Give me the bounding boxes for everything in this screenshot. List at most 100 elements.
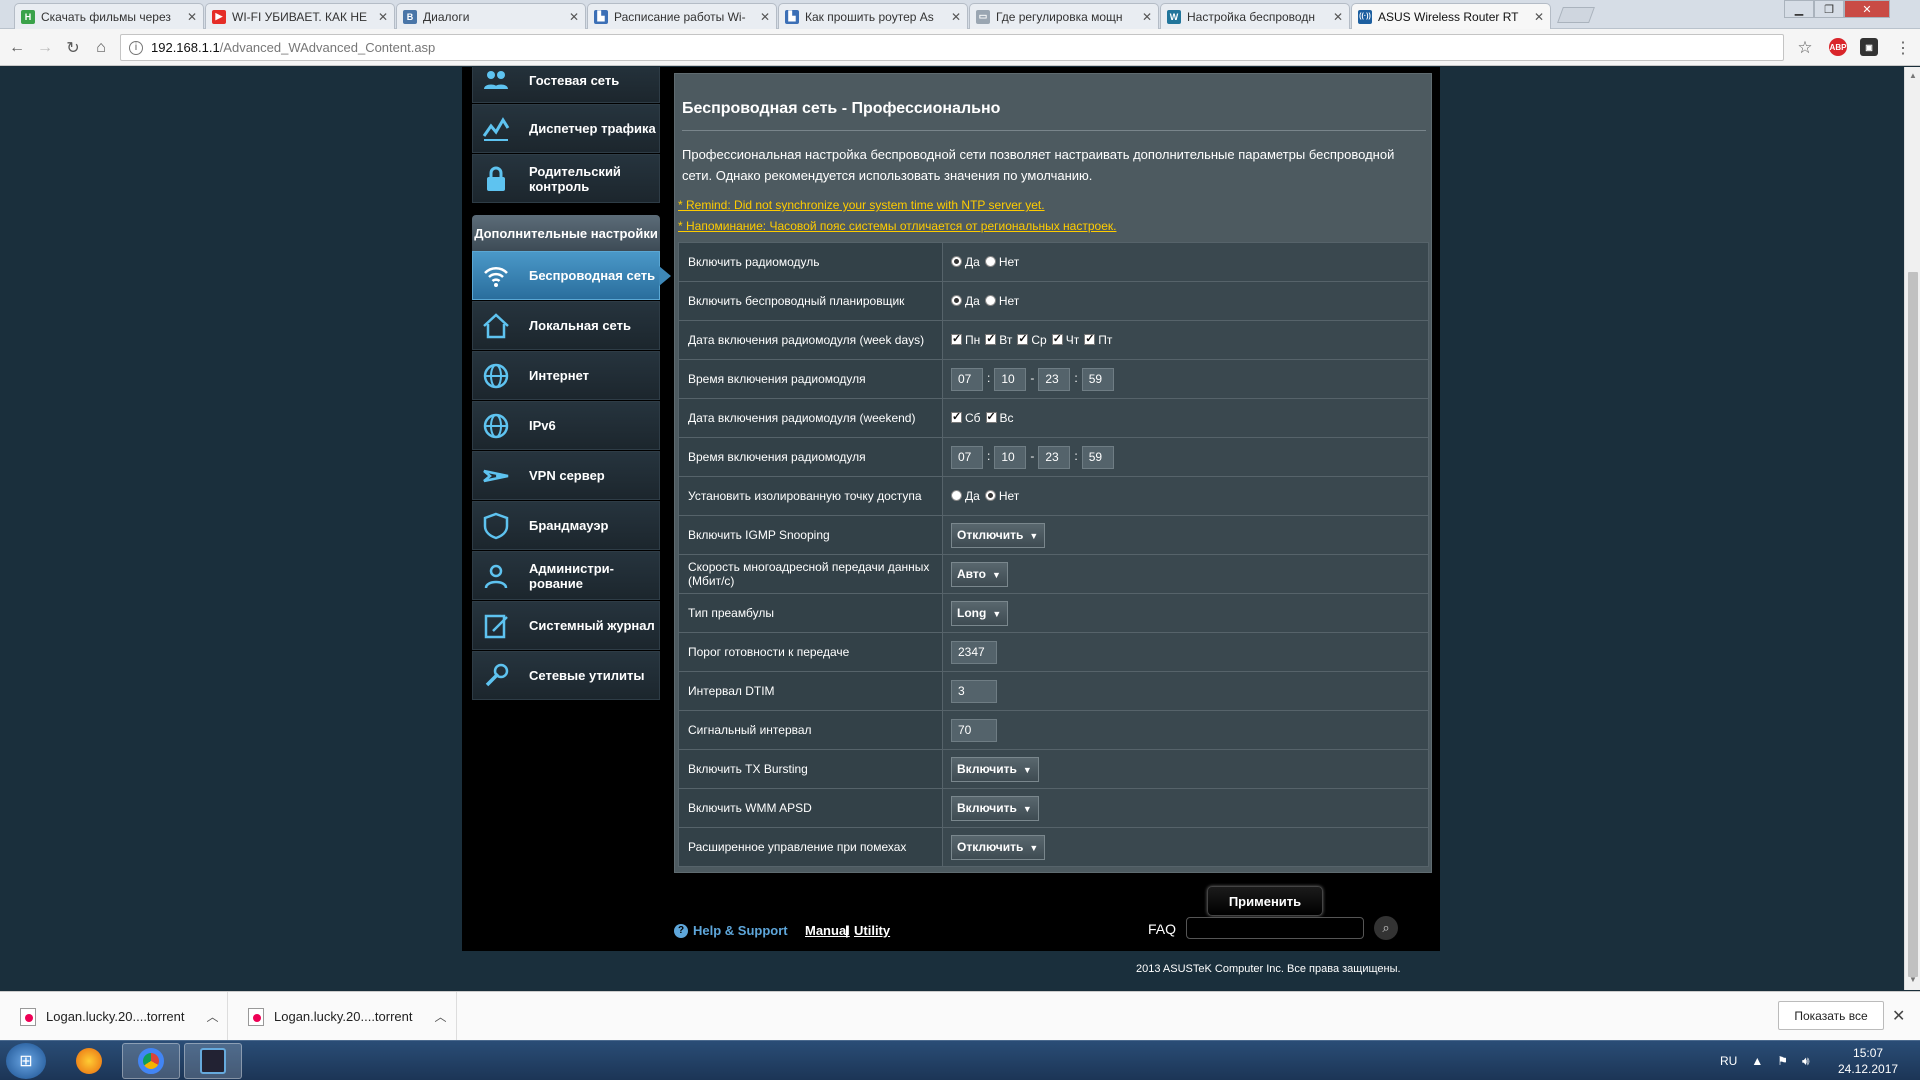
sidebar-item-internet[interactable]: Интернет (472, 351, 660, 400)
search-icon[interactable]: ⌕ (1374, 916, 1398, 940)
bookmark-star-icon[interactable]: ☆ (1794, 37, 1816, 59)
checkbox[interactable] (951, 332, 962, 345)
minimize-icon[interactable]: ▁ (1784, 0, 1814, 18)
window-close-icon[interactable]: ✕ (1844, 0, 1890, 18)
adblock-extension-icon[interactable]: ABP (1829, 38, 1847, 56)
scroll-down-icon[interactable]: ▼ (1909, 975, 1917, 984)
volume-icon[interactable]: 🔊︎ (1802, 1054, 1810, 1069)
ntp-remind-link[interactable]: * Remind: Did not synchronize your syste… (678, 198, 1045, 212)
dropdown-select[interactable]: Long ▼ (951, 600, 1009, 626)
time-input[interactable]: 59 (1081, 367, 1114, 391)
chevron-up-icon[interactable]: ︿ (207, 1008, 219, 1025)
time-input[interactable]: 59 (1081, 445, 1114, 469)
forward-arrow-icon[interactable]: → (34, 37, 56, 59)
dropdown-select[interactable]: Отключить ▼ (951, 522, 1046, 548)
tab-close-icon[interactable]: ✕ (760, 10, 770, 24)
show-all-downloads-button[interactable]: Показать все (1778, 1001, 1884, 1030)
sidebar-item-network-tools[interactable]: Сетевые утилиты (472, 651, 660, 700)
site-info-icon[interactable]: i (129, 40, 143, 55)
utility-link[interactable]: Utility (854, 923, 890, 938)
tray-expand-icon[interactable]: ▲ (1751, 1054, 1763, 1068)
tab-close-icon[interactable]: ✕ (1534, 10, 1544, 24)
download-item[interactable]: Logan.lucky.20....torrent ︿ (228, 992, 457, 1041)
browser-tab-active[interactable]: ((·)) ASUS Wireless Router RT ✕ (1351, 3, 1551, 29)
text-input[interactable]: 3 (951, 679, 997, 703)
dropdown-select[interactable]: Авто ▼ (951, 561, 1008, 587)
restore-icon[interactable]: ❐ (1814, 0, 1844, 18)
browser-menu-icon[interactable]: ⋮ (1892, 37, 1914, 59)
browser-tab[interactable]: Н Скачать фильмы через ✕ (14, 3, 204, 29)
dropdown-select[interactable]: Включить ▼ (951, 795, 1039, 821)
time-input[interactable]: 10 (994, 367, 1027, 391)
text-input[interactable]: 2347 (951, 640, 997, 664)
taskbar-clock[interactable]: 15:07 24.12.2017 (1838, 1045, 1898, 1077)
radio-button[interactable] (951, 490, 962, 501)
tab-close-icon[interactable]: ✕ (378, 10, 388, 24)
dropdown-select[interactable]: Включить ▼ (951, 756, 1039, 782)
browser-tab[interactable]: ▙ Как прошить роутер As ✕ (778, 3, 968, 29)
browser-tab[interactable]: В Диалоги ✕ (396, 3, 586, 29)
extension-badge-icon[interactable]: ▣ (1860, 38, 1878, 56)
sidebar-item-parental-control[interactable]: Родительский контроль (472, 154, 660, 203)
time-input[interactable]: 07 (951, 367, 983, 391)
app-taskbar-icon[interactable] (184, 1043, 242, 1079)
radio-button[interactable] (984, 490, 996, 501)
url-input[interactable]: i 192.168.1.1/Advanced_WAdvanced_Content… (120, 34, 1784, 61)
sidebar-item-guest-network[interactable]: Гостевая сеть (472, 67, 660, 103)
checkbox[interactable] (1051, 332, 1063, 345)
clock-date: 24.12.2017 (1838, 1062, 1899, 1076)
tab-close-icon[interactable]: ✕ (1142, 10, 1152, 24)
browser-tab[interactable]: ▶ WI-FI УБИВАЕТ. КАК НЕ ✕ (205, 3, 395, 29)
sidebar-item-administration[interactable]: Администри-рование (472, 551, 660, 600)
firefox-taskbar-icon[interactable] (60, 1043, 118, 1079)
sidebar-item-lan[interactable]: Локальная сеть (472, 301, 660, 350)
browser-tab[interactable]: ▙ Расписание работы Wi- ✕ (587, 3, 777, 29)
sidebar-item-vpn[interactable]: VPN сервер (472, 451, 660, 500)
dropdown-select[interactable]: Отключить ▼ (951, 834, 1046, 860)
text-input[interactable]: 70 (951, 718, 997, 742)
browser-tab[interactable]: ▭ Где регулировка мощн ✕ (969, 3, 1159, 29)
new-tab-button[interactable] (1557, 7, 1595, 23)
checkbox[interactable] (985, 332, 997, 345)
time-input[interactable]: 23 (1038, 445, 1071, 469)
checkbox[interactable] (1084, 332, 1096, 345)
tab-close-icon[interactable]: ✕ (187, 10, 197, 24)
radio-button[interactable] (951, 256, 962, 267)
action-center-flag-icon[interactable]: ⚑ (1777, 1054, 1788, 1068)
home-icon[interactable]: ⌂ (90, 37, 112, 59)
tab-close-icon[interactable]: ✕ (569, 10, 579, 24)
radio-button[interactable] (984, 256, 996, 267)
sidebar-item-system-log[interactable]: Системный журнал (472, 601, 660, 650)
sidebar-item-wireless[interactable]: Беспроводная сеть (472, 251, 671, 300)
chrome-taskbar-icon[interactable] (122, 1043, 180, 1079)
reload-icon[interactable]: ↻ (62, 37, 84, 59)
checkbox[interactable] (985, 410, 997, 423)
scroll-up-icon[interactable]: ▲ (1909, 71, 1917, 80)
sidebar-item-firewall[interactable]: Брандмауэр (472, 501, 660, 550)
faq-search-input[interactable] (1186, 917, 1364, 939)
manual-link[interactable]: Manual (805, 923, 850, 938)
language-indicator[interactable]: RU (1720, 1054, 1737, 1068)
checkbox[interactable] (1017, 332, 1029, 345)
download-item[interactable]: Logan.lucky.20....torrent ︿ (0, 992, 228, 1041)
checkbox[interactable] (951, 410, 962, 423)
sidebar-item-traffic-manager[interactable]: Диспетчер трафика (472, 104, 660, 153)
radio-button[interactable] (984, 295, 996, 306)
tab-close-icon[interactable]: ✕ (951, 10, 961, 24)
help-support-link[interactable]: ? Help & Support (674, 923, 788, 938)
scrollbar-thumb[interactable] (1908, 272, 1918, 977)
chevron-up-icon[interactable]: ︿ (435, 1008, 447, 1025)
radio-button[interactable] (951, 295, 962, 306)
back-arrow-icon[interactable]: ← (6, 37, 28, 59)
time-input[interactable]: 07 (951, 445, 983, 469)
apply-button[interactable]: Применить (1207, 886, 1323, 916)
start-button[interactable]: ⊞ (6, 1043, 46, 1079)
vertical-scrollbar[interactable]: ▲ ▼ (1904, 67, 1920, 990)
time-input[interactable]: 23 (1038, 367, 1071, 391)
time-input[interactable]: 10 (994, 445, 1027, 469)
browser-tab[interactable]: W Настройка беспроводн ✕ (1160, 3, 1350, 29)
timezone-remind-link[interactable]: * Напоминание: Часовой пояс системы отли… (678, 219, 1116, 233)
sidebar-item-ipv6[interactable]: IPv6 (472, 401, 660, 450)
close-download-bar-icon[interactable]: ✕ (1892, 1006, 1905, 1026)
tab-close-icon[interactable]: ✕ (1333, 10, 1343, 24)
